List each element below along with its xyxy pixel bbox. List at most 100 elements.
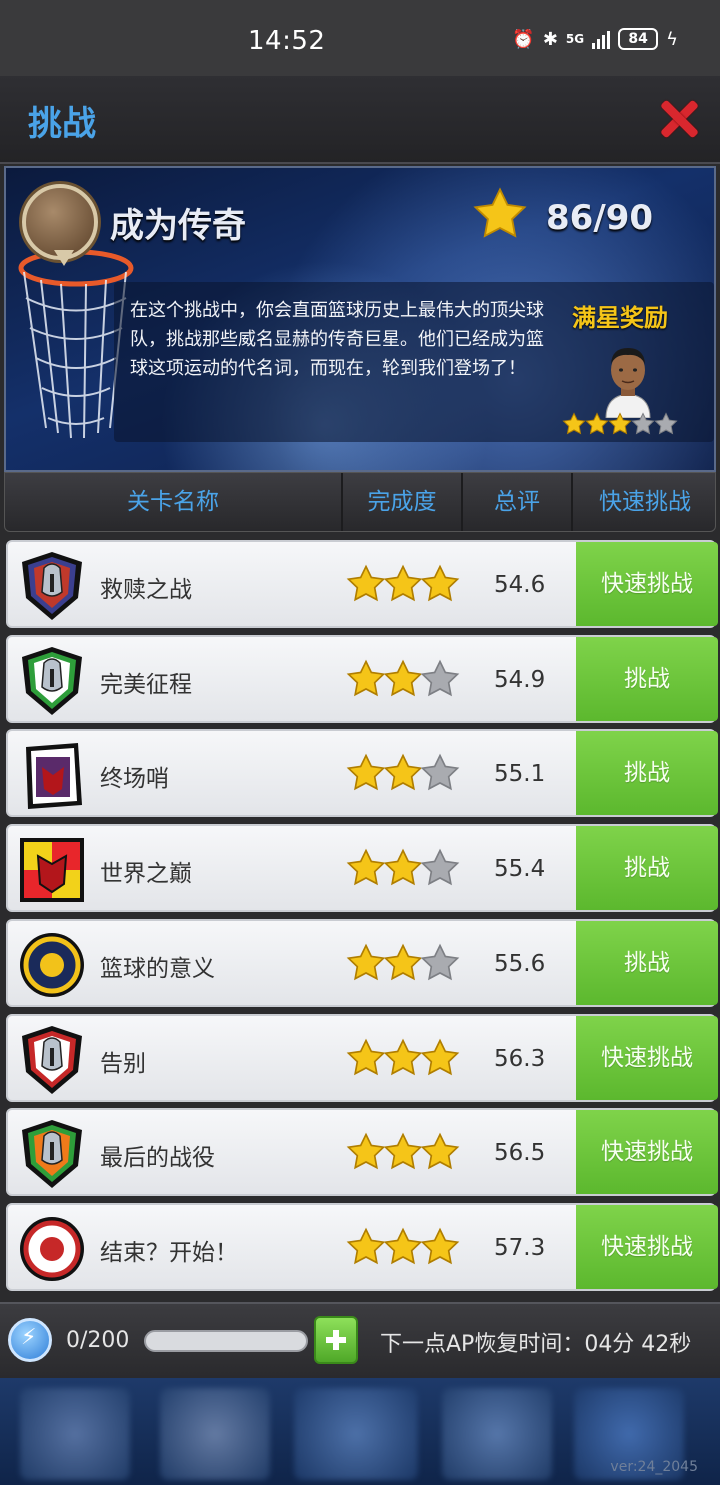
completion-stars xyxy=(346,564,460,608)
team-logo-icon xyxy=(18,1213,86,1285)
stage-rating: 54.9 xyxy=(494,666,546,693)
status-icons: ⏰ ✱ 5G 84 ϟ xyxy=(512,28,678,50)
challenge-button[interactable]: 挑战 xyxy=(576,826,718,911)
star-filled-icon xyxy=(383,1038,423,1082)
star-filled-icon xyxy=(420,1227,460,1271)
star-icon xyxy=(473,187,527,238)
star-filled-icon xyxy=(346,848,386,892)
star-filled-icon xyxy=(383,1132,423,1176)
star-filled-icon xyxy=(562,412,586,440)
star-empty-icon xyxy=(420,753,460,797)
star-filled-icon xyxy=(383,1227,423,1271)
ap-recover-timer: 下一点AP恢复时间：04分 42秒 xyxy=(380,1332,692,1357)
stage-rating: 57.3 xyxy=(494,1234,546,1261)
quick-challenge-button[interactable]: 快速挑战 xyxy=(576,1015,718,1100)
table-row: 救赎之战 54.6 快速挑战 xyxy=(6,540,718,628)
table-row: 完美征程 54.9 挑战 xyxy=(6,634,718,723)
table-row: 篮球的意义 55.6 挑战 xyxy=(6,918,718,1007)
star-empty-icon xyxy=(420,659,460,703)
stage-name: 最后的战役 xyxy=(100,1145,215,1172)
completion-stars xyxy=(346,1132,460,1176)
team-logo-icon xyxy=(18,1118,86,1190)
player-avatar[interactable] xyxy=(592,338,664,418)
network-label: 5G xyxy=(565,32,585,46)
page-title: 挑战 xyxy=(28,104,96,144)
close-icon[interactable] xyxy=(658,98,700,140)
stage-rating: 55.4 xyxy=(494,856,546,883)
star-filled-icon xyxy=(585,412,609,440)
team-logo-icon xyxy=(18,645,86,717)
stage-rating: 54.6 xyxy=(494,572,546,598)
battery-level: 84 xyxy=(628,31,648,47)
stage-rating: 56.3 xyxy=(494,1045,546,1072)
star-filled-icon xyxy=(346,1132,386,1176)
stage-name: 结束？开始！ xyxy=(100,1239,238,1266)
status-time: 14:52 xyxy=(248,26,326,56)
star-filled-icon xyxy=(346,1038,386,1082)
reward-star-rating xyxy=(562,412,678,440)
star-filled-icon xyxy=(346,1227,386,1271)
quick-challenge-button[interactable]: 快速挑战 xyxy=(576,1204,718,1289)
team-logo-icon xyxy=(18,739,86,811)
star-filled-icon xyxy=(346,943,386,987)
star-empty-icon xyxy=(420,848,460,892)
completion-stars xyxy=(346,1227,460,1271)
bottom-navigation: ver:24_2045 xyxy=(0,1378,720,1485)
signal-icon xyxy=(592,29,611,49)
nav-tab-challenge[interactable] xyxy=(294,1388,418,1480)
stage-rating: 55.6 xyxy=(494,950,546,977)
version-label: ver:24_2045 xyxy=(610,1459,698,1475)
star-filled-icon xyxy=(346,564,386,608)
challenge-button[interactable]: 挑战 xyxy=(576,636,718,721)
alarm-icon: ⏰ xyxy=(512,28,535,50)
nav-tab-chat[interactable] xyxy=(442,1388,552,1480)
star-empty-icon xyxy=(631,412,655,440)
star-filled-icon xyxy=(383,753,423,797)
star-filled-icon xyxy=(346,753,386,797)
stage-name: 告别 xyxy=(100,1050,146,1077)
nav-tab-shop[interactable] xyxy=(160,1388,270,1480)
quick-challenge-button[interactable]: 快速挑战 xyxy=(576,1110,718,1195)
completion-stars xyxy=(346,1038,460,1082)
nav-tab-stars[interactable] xyxy=(20,1388,130,1480)
challenge-title: 成为传奇 xyxy=(110,206,246,246)
table-row: 终场哨 55.1 挑战 xyxy=(6,729,718,818)
challenge-button[interactable]: 挑战 xyxy=(576,920,718,1005)
stage-name: 救赎之战 xyxy=(100,577,192,603)
star-filled-icon xyxy=(420,1038,460,1082)
table-row: 告别 56.3 快速挑战 xyxy=(6,1013,718,1102)
bluetooth-icon: ✱ xyxy=(542,28,558,50)
team-logo-icon xyxy=(18,834,86,906)
full-star-reward-label: 满星奖励 xyxy=(572,304,668,332)
star-filled-icon xyxy=(383,848,423,892)
stage-name: 世界之巅 xyxy=(100,861,192,888)
challenge-score: 86/90 xyxy=(546,198,654,238)
basketball-badge-icon xyxy=(22,184,98,266)
table-row: 结束？开始！ 57.3 快速挑战 xyxy=(6,1202,718,1291)
quick-challenge-button[interactable]: 快速挑战 xyxy=(576,542,718,626)
table-header: 关卡名称 完成度 总评 快速挑战 xyxy=(4,472,716,532)
star-filled-icon xyxy=(383,564,423,608)
stage-rating: 55.1 xyxy=(494,761,546,788)
star-filled-icon xyxy=(608,412,632,440)
star-filled-icon xyxy=(420,564,460,608)
star-filled-icon xyxy=(383,943,423,987)
star-filled-icon xyxy=(383,659,423,703)
column-header-rating: 总评 xyxy=(463,473,573,531)
ap-bar: 0/200 下一点AP恢复时间：04分 42秒 xyxy=(0,1302,720,1378)
star-filled-icon xyxy=(420,1132,460,1176)
table-row: 世界之巅 55.4 挑战 xyxy=(6,824,718,913)
star-empty-icon xyxy=(654,412,678,440)
challenge-button[interactable]: 挑战 xyxy=(576,731,718,816)
stage-rating: 56.5 xyxy=(494,1140,546,1167)
page-header: 挑战 xyxy=(0,76,720,164)
column-header-quick-challenge: 快速挑战 xyxy=(599,489,691,515)
stage-name: 终场哨 xyxy=(100,766,169,793)
stage-name: 完美征程 xyxy=(100,671,192,698)
team-logo-icon xyxy=(18,550,86,622)
table-row: 最后的战役 56.5 快速挑战 xyxy=(6,1108,718,1197)
challenge-banner: 成为传奇 86/90 在这个挑战中，你会直面篮球历史上最伟大的顶尖球队，挑战那些… xyxy=(4,166,716,472)
completion-stars xyxy=(346,659,460,703)
charging-icon: ϟ xyxy=(666,28,678,50)
add-ap-button[interactable] xyxy=(314,1316,358,1364)
